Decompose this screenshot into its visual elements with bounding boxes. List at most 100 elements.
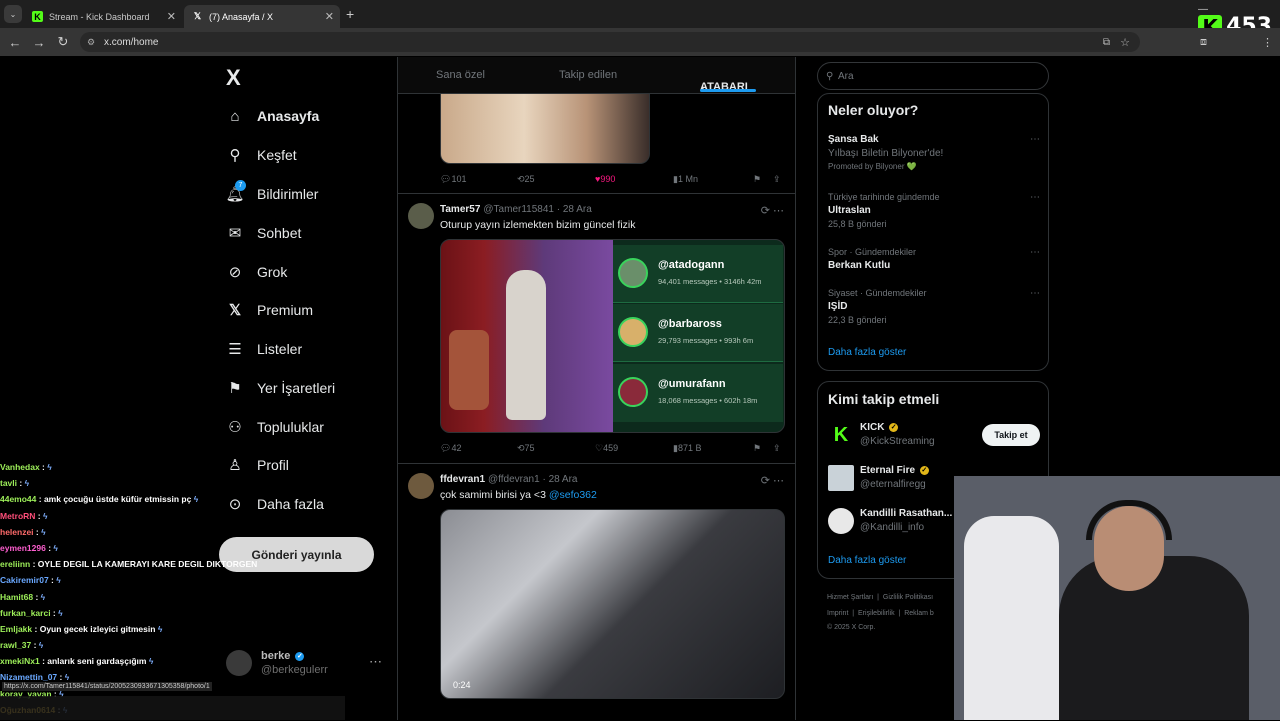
nav-premium[interactable]: 𝕏 Premium [226, 301, 313, 319]
suggestion-handle: @eternalfiregg [860, 479, 926, 490]
install-icon[interactable]: ⧉ [1103, 37, 1110, 48]
footer-link[interactable]: Hizmet Şartları [827, 594, 873, 601]
kick-icon: K [32, 11, 43, 22]
nav-label: Anasayfa [257, 108, 320, 124]
nav-bookmarks[interactable]: ⚑ Yer İşaretleri [226, 379, 335, 397]
tab-search-button[interactable]: ⌄ [4, 5, 22, 23]
tweet[interactable]: ffdevran1 @ffdevran1 · 28 Ara ⟳ ⋯ çok sam… [398, 464, 795, 720]
nav-label: Premium [257, 302, 314, 318]
nav-messages[interactable]: ✉ Sohbet [226, 224, 302, 242]
nav-home[interactable]: ⌂ Anasayfa [226, 107, 319, 125]
footer-link[interactable]: Reklam b [904, 610, 934, 617]
mention-link[interactable]: @sefo362 [549, 489, 597, 501]
more-icon[interactable]: ⋯ [1030, 134, 1040, 145]
like-button[interactable]: ♥ 990 [595, 174, 615, 184]
tab-x-home[interactable]: 𝕏 (7) Anasayfa / X ✕ [184, 5, 340, 28]
follow-button[interactable]: Takip et [982, 424, 1040, 446]
verified-icon: ✓ [295, 651, 305, 661]
more-icon[interactable]: ⋯ [1030, 247, 1040, 258]
trend-title: Şansa Bak [828, 134, 879, 145]
more-icon[interactable]: ⋯ [1030, 192, 1040, 203]
trend-count: 22,3 B gönderi [828, 315, 887, 325]
author-name[interactable]: Tamer57 [440, 204, 480, 215]
tweet-actions: 💬︎ 42 ⟲ 75 ♡ 459 ▮ 871 B ⚑ ⇪ [440, 443, 785, 457]
tweet[interactable]: Tamer57 @Tamer115841 · 28 Ara ⟳ ⋯ Oturup … [398, 194, 795, 464]
x-logo-icon[interactable]: X [226, 65, 241, 91]
footer-link[interactable]: Erişilebilirlik [858, 610, 895, 617]
nav-label: Listeler [257, 341, 303, 357]
nav-label: Topluluklar [257, 419, 324, 435]
reply-button[interactable]: 💬︎ 101 [440, 174, 466, 185]
url-field[interactable]: ⚙ x.com/home ⧉ ☆ [80, 32, 1140, 52]
leader-stats: 94,401 messages • 3146h 42m [658, 277, 762, 286]
views-button[interactable]: ▮ 871 B [673, 443, 701, 454]
bookmark-icon[interactable]: ⚑ [753, 174, 761, 185]
chat-username: xmekiNx1 [0, 656, 40, 667]
forward-icon[interactable]: → [27, 35, 51, 50]
tab-for-you[interactable]: Sana özel [436, 69, 485, 81]
new-tab-button[interactable]: + [346, 6, 354, 22]
close-icon[interactable]: ✕ [325, 10, 334, 23]
trend-item[interactable]: Şansa Bak Yılbaşı Biletin Bilyoner'de! P… [828, 134, 1040, 171]
tweet-video[interactable]: 0:24 [440, 509, 785, 699]
tab-kick-dashboard[interactable]: K Stream - Kick Dashboard ✕ [24, 5, 182, 28]
footer-link[interactable]: Gizlilik Politikası [883, 594, 933, 601]
nav-explore[interactable]: ⚲ Keşfet [226, 146, 297, 164]
repost-count: 25 [524, 174, 535, 184]
nav-notifications[interactable]: 🔔︎ 7 Bildirimler [225, 180, 318, 203]
reply-button[interactable]: 💬︎ 42 [440, 443, 461, 454]
chat-username: Nizamettin_07 [0, 672, 58, 683]
butterfly-emote-icon: ϟ [191, 494, 199, 505]
tweet-more-icon[interactable]: ⟳ ⋯ [761, 204, 784, 217]
butterfly-emote-icon: ϟ [42, 510, 48, 521]
trend-subtitle: Yılbaşı Biletin Bilyoner'de! [828, 148, 944, 159]
tweet-image[interactable] [440, 94, 650, 164]
menu-icon[interactable]: ⋮ [1262, 36, 1273, 49]
tweet-more-icon[interactable]: ⟳ ⋯ [761, 474, 784, 487]
notification-badge: 7 [235, 180, 246, 191]
views-button[interactable]: ▮ 1 Mn [673, 174, 698, 185]
leaderboard-row: @atadogann 94,401 messages • 3146h 42m [613, 245, 783, 303]
trend-item[interactable]: Spor · Gündemdekiler Berkan Kutlu ⋯ [828, 247, 1040, 271]
back-icon[interactable]: ← [3, 35, 27, 50]
avatar[interactable] [408, 203, 434, 229]
more-icon[interactable]: ⋯ [369, 654, 382, 670]
avatar[interactable] [408, 473, 434, 499]
more-icon[interactable]: ⋯ [1030, 288, 1040, 299]
chat-separator: : [33, 526, 42, 537]
mail-icon: ✉ [228, 225, 242, 242]
show-more-link[interactable]: Daha fazla göster [828, 555, 906, 566]
nav-communities[interactable]: ⚇ Topluluklar [226, 418, 324, 436]
tab-following[interactable]: Takip edilen [559, 69, 617, 81]
nav-lists[interactable]: ☰ Listeler [226, 340, 302, 358]
search-input[interactable]: ⚲ Ara [817, 62, 1049, 90]
repost-button[interactable]: ⟲ 75 [517, 443, 535, 454]
footer-link[interactable]: Imprint [827, 610, 848, 617]
reload-icon[interactable]: ↻ [51, 34, 75, 50]
tweet-text-body: çok samimi birisi ya <3 [440, 489, 546, 501]
share-icon[interactable]: ⇪ [773, 443, 781, 454]
tweet[interactable]: 💬︎ 101 ⟲ 25 ♥ 990 ▮ 1 Mn ⚑ ⇪ [398, 94, 795, 194]
suggestion-name-row: Eternal Fire ✓ [860, 465, 929, 476]
trend-item[interactable]: Siyaset · Gündemdekiler IŞİD 22,3 B gönd… [828, 288, 1040, 325]
tweet-image[interactable]: @atadogann 94,401 messages • 3146h 42m @… [440, 239, 785, 433]
follow-suggestion[interactable]: K KICK ✓ @KickStreaming Takip et [828, 420, 1040, 452]
like-button[interactable]: ♡ 459 [595, 443, 618, 454]
suggestion-handle: @Kandilli_info [860, 522, 925, 533]
close-icon[interactable]: ✕ [167, 10, 176, 23]
author-name[interactable]: ffdevran1 [440, 474, 485, 485]
stream-scene [441, 240, 613, 432]
suggestion-name-row: KICK ✓ [860, 422, 899, 433]
leaderboard-row: @barbaross 29,793 messages • 993h 6m [613, 304, 783, 362]
search-icon: ⚲ [229, 147, 241, 164]
share-icon[interactable]: ⇪ [773, 174, 781, 185]
repost-button[interactable]: ⟲ 25 [517, 174, 535, 185]
bookmark-icon[interactable]: ⚑ [753, 443, 761, 454]
star-icon[interactable]: ☆ [1120, 36, 1130, 49]
trend-item[interactable]: Türkiye tarihinde gündemde Ultraslan 25,… [828, 192, 1040, 229]
extensions-icon[interactable]: ⧈ [1200, 36, 1207, 49]
nav-label: Yer İşaretleri [257, 380, 336, 396]
site-info-icon[interactable]: ⚙ [87, 37, 95, 48]
show-more-link[interactable]: Daha fazla göster [828, 347, 906, 358]
nav-grok[interactable]: ⊘ Grok [226, 263, 288, 281]
